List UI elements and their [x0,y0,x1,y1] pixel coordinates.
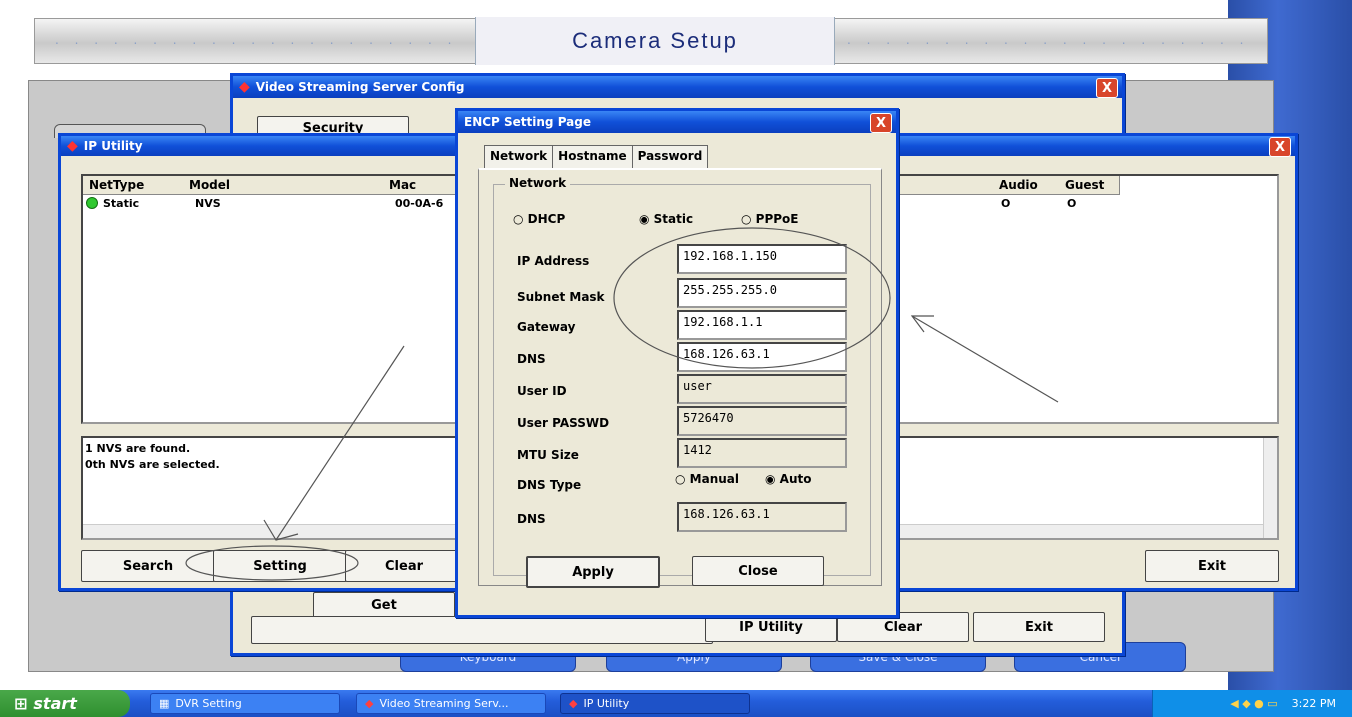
start-button[interactable]: ⊞ start [0,690,130,717]
col-model[interactable]: Model [183,176,390,195]
user-id-label: User ID [517,384,567,398]
row-nettype: Static [103,197,140,210]
windows-logo-icon: ⊞ [14,694,28,713]
encp-tabs: Network Hostname Password [484,145,709,169]
start-label: start [33,694,77,713]
task-dvr-setting[interactable]: ▦ DVR Setting [150,693,340,714]
taskbar: ⊞ start ▦ DVR Setting ◆ Video Streaming … [0,690,1352,717]
task-label: Video Streaming Serv... [379,697,509,710]
tab-page: Network ○ DHCP ◉ Static ○ PPPoE IP Addre… [478,168,882,586]
app-diamond-icon: ◆ [569,697,578,710]
network-group-label: Network [505,176,571,190]
vss-title: Video Streaming Server Config [255,80,465,94]
banner-dots-left: . . . . . . . . . . . . . . . . . . . . … [55,33,465,47]
dns-auto-radio[interactable]: ◉ Auto [765,472,811,486]
encp-setting-dialog: ENCP Setting Page X Network Hostname Pas… [455,108,899,618]
vss-close-button[interactable]: X [1096,78,1118,98]
task-label: DVR Setting [175,697,242,710]
status-dot-icon [86,197,98,209]
col-audio[interactable]: Audio [993,176,1066,195]
pppoe-label: PPPoE [755,212,799,226]
app-diamond-icon: ◆ [67,138,78,154]
vertical-scrollbar[interactable] [1263,438,1277,538]
row-model: NVS [195,197,221,210]
task-label: IP Utility [583,697,630,710]
gateway-field[interactable]: 192.168.1.1 [677,310,847,340]
col-guest[interactable]: Guest [1059,176,1120,195]
dns-type-label: DNS Type [517,478,582,492]
dns-manual-label: Manual [689,472,739,486]
banner-dots-right: . . . . . . . . . . . . . . . . . . . . … [847,33,1257,47]
task-ip-utility[interactable]: ◆ IP Utility [560,693,750,714]
mtu-size-field: 1412 [677,438,847,468]
dns-secondary-label: DNS [517,512,546,526]
static-radio[interactable]: ◉ Static [639,212,693,226]
setting-button[interactable]: Setting [213,550,347,582]
system-tray: ◀ ◆ ● ▭ 3:22 PM [1152,690,1352,717]
dns-label: DNS [517,352,546,366]
static-label: Static [653,212,694,226]
search-button[interactable]: Search [81,550,215,582]
subnet-mask-label: Subnet Mask [517,290,605,304]
user-passwd-field: 5726470 [677,406,847,436]
banner-title: Camera Setup [475,17,835,65]
vss-titlebar: ◆ Video Streaming Server Config [233,76,1122,98]
ip-address-label: IP Address [517,254,590,268]
tab-password[interactable]: Password [633,146,708,169]
status-line-2: 0th NVS are selected. [85,458,220,471]
row-mac: 00-0A-6 [395,197,444,210]
get-button[interactable]: Get [313,592,455,618]
ip-address-field[interactable]: 192.168.1.150 [677,244,847,274]
encp-apply-button[interactable]: Apply [526,556,660,588]
vss-exit-button[interactable]: Exit [973,612,1105,642]
dns-field[interactable]: 168.126.63.1 [677,342,847,372]
ip-utility-close-button[interactable]: X [1269,137,1291,157]
app-diamond-icon: ◆ [239,79,250,95]
ip-exit-button[interactable]: Exit [1145,550,1279,582]
user-id-field: user [677,374,847,404]
col-nettype[interactable]: NetType [83,176,190,195]
task-video-streaming[interactable]: ◆ Video Streaming Serv... [356,693,546,714]
dhcp-radio[interactable]: ○ DHCP [513,212,565,226]
encp-close-icon[interactable]: X [870,113,892,133]
tab-network[interactable]: Network [485,146,554,169]
mtu-size-label: MTU Size [517,448,579,462]
dns-secondary-field: 168.126.63.1 [677,502,847,532]
gateway-label: Gateway [517,320,576,334]
camera-setup-banner: . . . . . . . . . . . . . . . . . . . . … [34,17,1268,65]
user-passwd-label: User PASSWD [517,416,610,430]
vss-input-bar[interactable] [251,616,713,644]
encp-close-button[interactable]: Close [692,556,824,586]
clock: 3:22 PM [1291,697,1336,710]
ip-utility-title: IP Utility [83,139,143,153]
status-line-1: 1 NVS are found. [85,442,191,455]
row-guest: O [1067,197,1077,210]
dns-auto-label: Auto [779,472,812,486]
app-diamond-icon: ◆ [365,697,374,710]
row-audio: O [1001,197,1011,210]
encp-title: ENCP Setting Page [464,115,591,129]
pppoe-radio[interactable]: ○ PPPoE [741,212,798,226]
tab-hostname[interactable]: Hostname [553,146,633,169]
encp-titlebar: ENCP Setting Page [458,111,896,133]
ip-clear-button[interactable]: Clear [345,550,463,582]
tray-icons[interactable]: ◀ ◆ ● ▭ [1230,697,1277,710]
dhcp-label: DHCP [527,212,566,226]
subnet-mask-field[interactable]: 255.255.255.0 [677,278,847,308]
dns-manual-radio[interactable]: ○ Manual [675,472,739,486]
window-icon: ▦ [159,697,170,710]
